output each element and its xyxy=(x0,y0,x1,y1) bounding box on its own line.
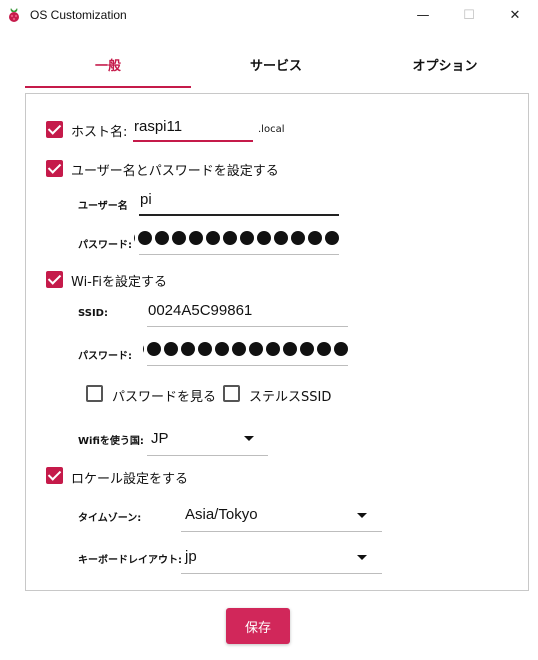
password-dot xyxy=(143,342,144,356)
user-settings-label: ユーザー名とパスワードを設定する xyxy=(71,164,279,179)
locale-settings-label: ロケール設定をする xyxy=(71,472,189,487)
password-dot xyxy=(249,342,263,356)
password-dot xyxy=(155,231,169,245)
password-dot xyxy=(215,342,229,356)
wifi-country-dropdown[interactable]: JP xyxy=(147,422,268,456)
hostname-input[interactable]: raspi11 xyxy=(134,118,182,135)
user-password-input[interactable] xyxy=(134,231,339,247)
timezone-underline xyxy=(181,531,382,532)
password-dot xyxy=(164,342,178,356)
timezone-dropdown[interactable]: Asia/Tokyo xyxy=(181,498,382,532)
active-tab-indicator xyxy=(25,86,191,88)
password-dot xyxy=(134,231,135,245)
caret-down-icon xyxy=(357,513,367,518)
maximize-icon: ☐ xyxy=(463,7,475,23)
caret-down-icon xyxy=(244,436,254,441)
close-button[interactable]: ✕ xyxy=(492,0,538,30)
tab-general[interactable]: 一般 xyxy=(25,40,191,88)
timezone-value: Asia/Tokyo xyxy=(185,506,258,523)
keyboard-layout-underline xyxy=(181,573,382,574)
ssid-label: SSID: xyxy=(78,308,108,319)
title-bar: OS Customization — ☐ ✕ xyxy=(0,0,538,30)
password-dot xyxy=(291,231,305,245)
password-dot xyxy=(198,342,212,356)
tab-services[interactable]: サービス xyxy=(193,40,359,88)
password-dot xyxy=(232,342,246,356)
wifi-password-underline xyxy=(147,365,348,366)
hostname-input-underline xyxy=(133,140,253,142)
raspberry-icon xyxy=(9,8,19,22)
password-dot xyxy=(181,342,195,356)
minimize-icon: — xyxy=(416,7,430,23)
password-dot xyxy=(266,342,280,356)
tab-options[interactable]: オプション xyxy=(361,40,529,88)
password-dot xyxy=(283,342,297,356)
hidden-ssid-checkbox[interactable] xyxy=(223,385,240,402)
locale-checkbox[interactable] xyxy=(46,467,63,484)
tab-bar: 一般 サービス オプション xyxy=(25,40,529,88)
username-input-underline xyxy=(139,214,339,216)
password-dot xyxy=(274,231,288,245)
password-dot xyxy=(317,342,331,356)
password-dot xyxy=(147,342,161,356)
password-dot xyxy=(240,231,254,245)
wifi-checkbox[interactable] xyxy=(46,271,63,288)
password-dot xyxy=(189,231,203,245)
username-input[interactable]: pi xyxy=(140,191,152,208)
wifi-settings-label: Wi-Fiを設定する xyxy=(71,275,168,290)
password-dot xyxy=(172,231,186,245)
hidden-ssid-label: ステルスSSID xyxy=(249,390,332,405)
wifi-country-underline xyxy=(147,455,268,456)
caret-down-icon xyxy=(357,555,367,560)
password-dot xyxy=(325,231,339,245)
password-dot xyxy=(223,231,237,245)
hostname-suffix: .local xyxy=(258,124,285,135)
show-password-checkbox[interactable] xyxy=(86,385,103,402)
user-password-label: パスワード: xyxy=(78,240,132,251)
wifi-country-label: Wifiを使う国: xyxy=(78,436,144,447)
password-dot xyxy=(257,231,271,245)
maximize-button[interactable]: ☐ xyxy=(446,0,492,30)
password-dot xyxy=(138,231,152,245)
wifi-country-value: JP xyxy=(151,430,169,447)
username-label: ユーザー名 xyxy=(78,201,128,212)
close-icon: ✕ xyxy=(509,7,521,23)
wifi-password-label: パスワード: xyxy=(78,351,132,362)
password-dot xyxy=(334,342,348,356)
minimize-button[interactable]: — xyxy=(400,0,446,30)
show-password-label: パスワードを見る xyxy=(112,390,217,405)
hostname-label: ホスト名: xyxy=(71,125,128,140)
keyboard-layout-dropdown[interactable]: jp xyxy=(181,540,382,574)
wifi-password-input[interactable] xyxy=(143,342,348,358)
user-checkbox[interactable] xyxy=(46,160,63,177)
hostname-checkbox[interactable] xyxy=(46,121,63,138)
general-settings-panel: ホスト名: raspi11 .local ユーザー名とパスワードを設定する ユー… xyxy=(25,93,529,591)
keyboard-layout-label: キーボードレイアウト: xyxy=(78,555,182,566)
user-password-underline xyxy=(139,254,339,255)
timezone-label: タイムゾーン: xyxy=(78,513,142,524)
ssid-input-underline xyxy=(147,326,348,327)
password-dot xyxy=(308,231,322,245)
ssid-input[interactable]: 0024A5C99861 xyxy=(148,302,252,319)
save-button[interactable]: 保存 xyxy=(226,608,290,644)
password-dot xyxy=(206,231,220,245)
keyboard-layout-value: jp xyxy=(185,548,197,565)
password-dot xyxy=(300,342,314,356)
window-title: OS Customization xyxy=(30,8,127,22)
